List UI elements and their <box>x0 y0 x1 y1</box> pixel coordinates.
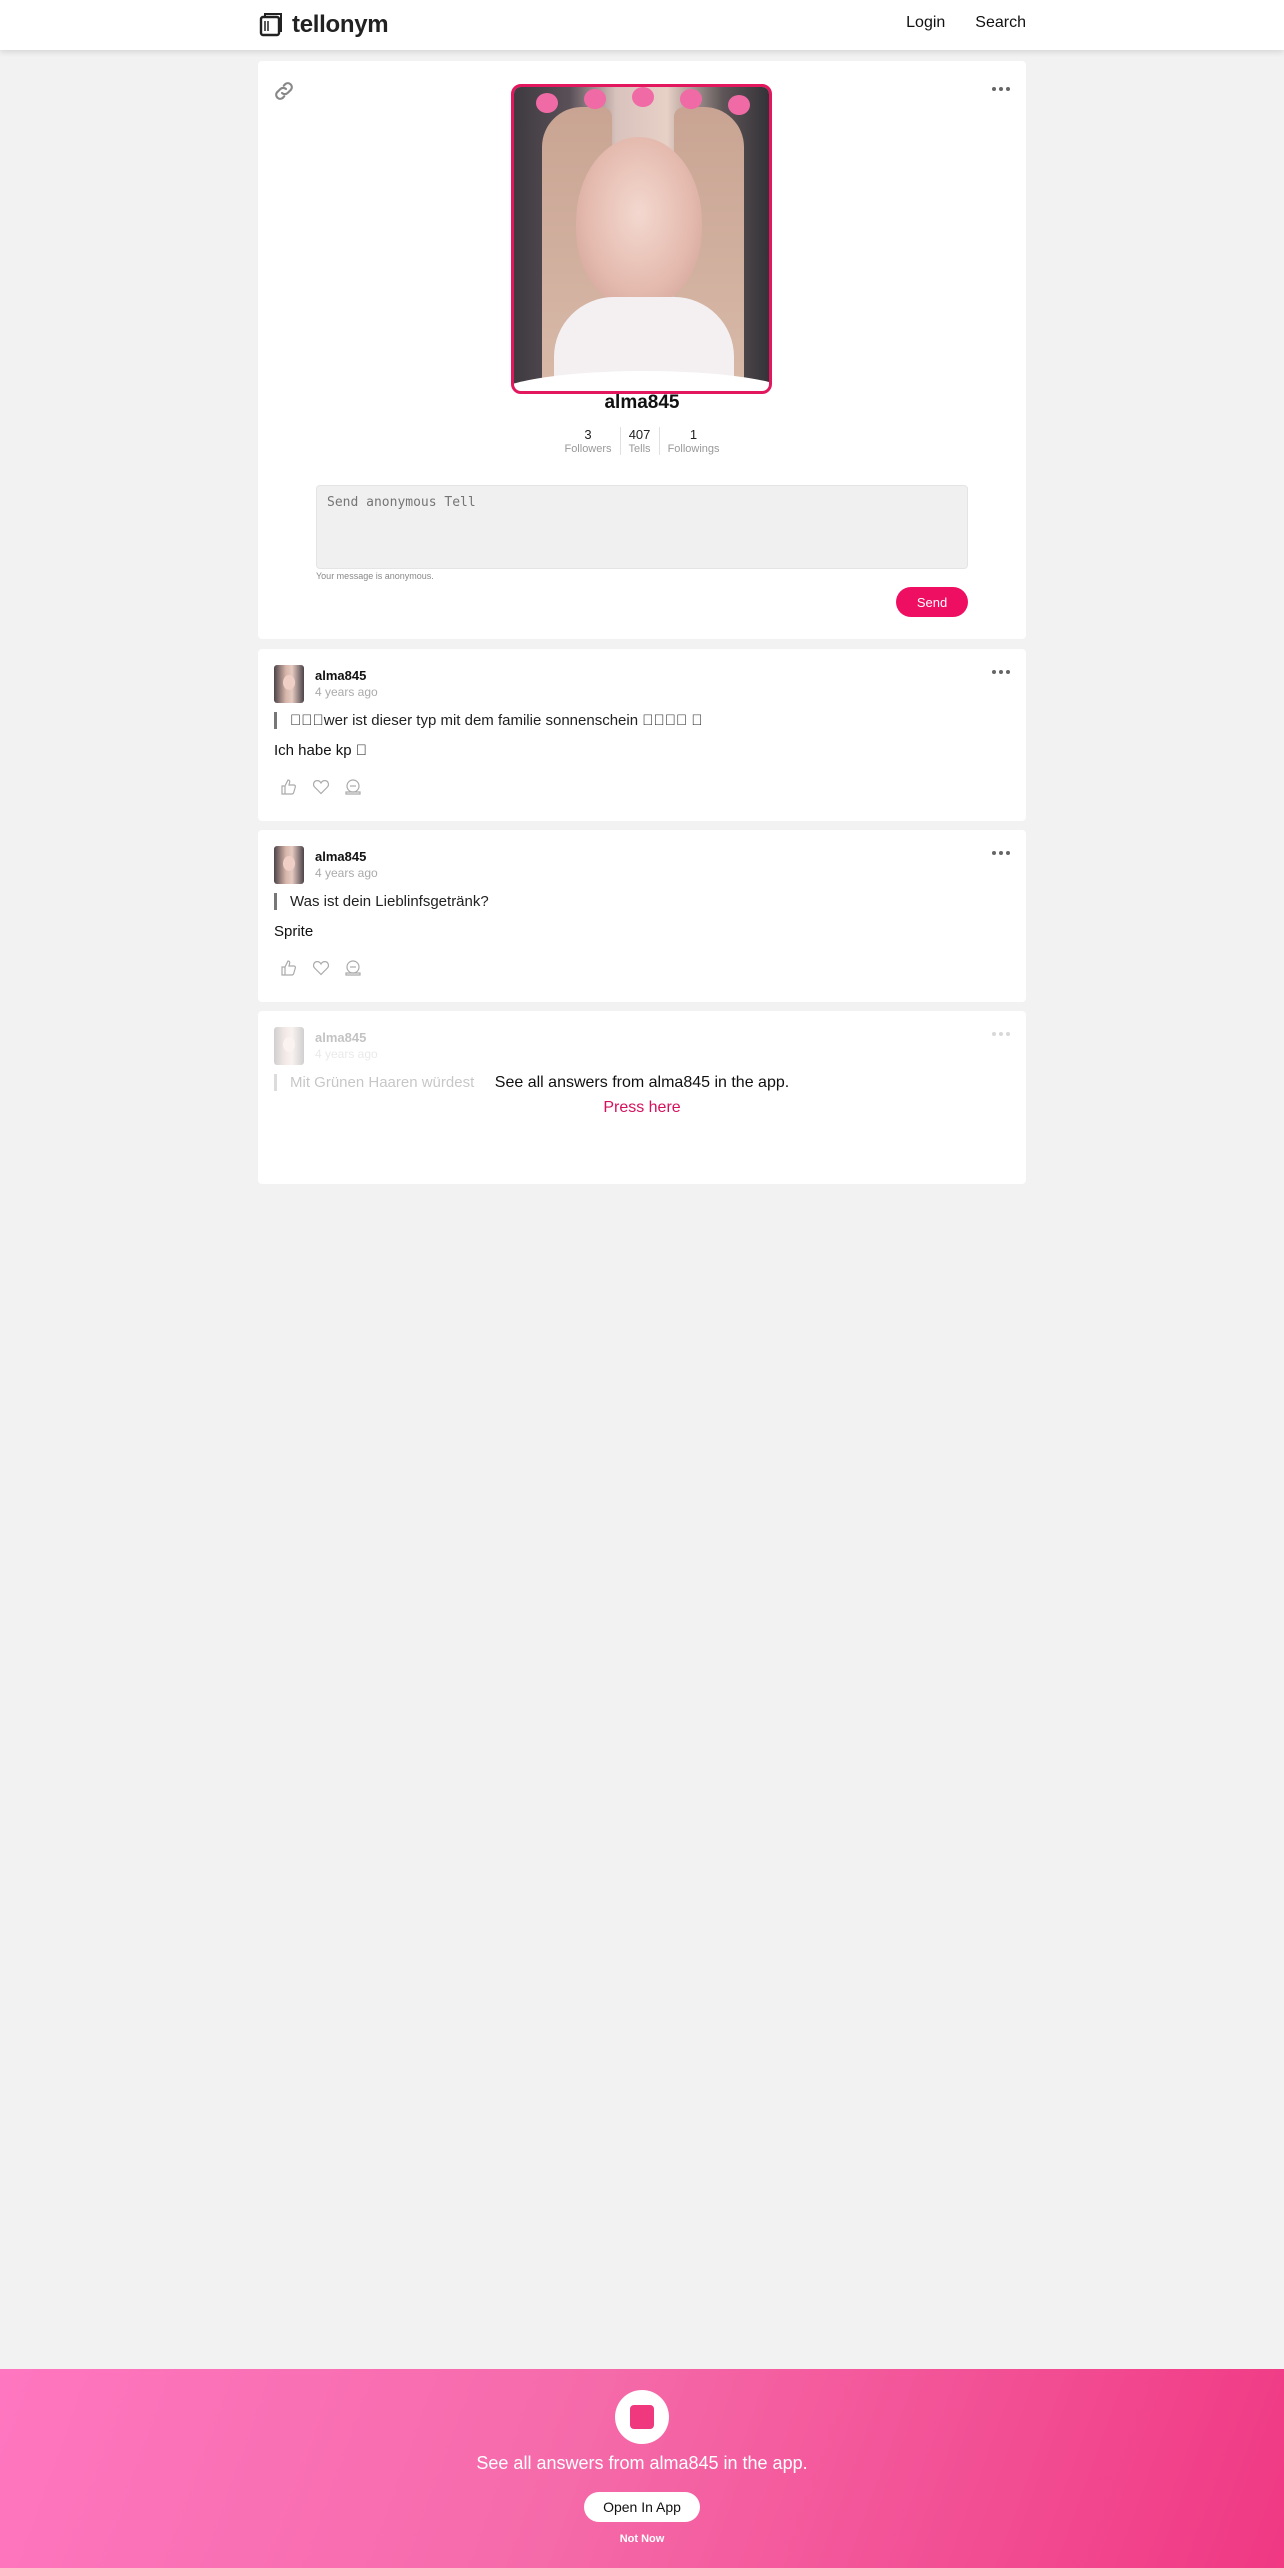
tell-answer: Sprite <box>274 923 314 940</box>
not-now-link[interactable]: Not Now <box>0 2533 1284 2545</box>
top-bar: tellonym Login Search <box>0 0 1284 50</box>
like-thumb-icon[interactable] <box>280 778 298 796</box>
anonymous-tell-input[interactable] <box>316 485 968 569</box>
press-here-link[interactable]: Press here <box>258 1099 1026 1117</box>
open-in-app-banner: See all answers from alma845 in the app.… <box>0 2369 1284 2568</box>
anonymous-note: Your message is anonymous. <box>316 571 434 581</box>
more-options-icon[interactable] <box>992 668 1010 676</box>
more-options-icon <box>992 1030 1010 1038</box>
send-button[interactable]: Send <box>896 587 968 617</box>
login-link[interactable]: Login <box>906 14 945 32</box>
more-options-icon[interactable] <box>992 85 1010 93</box>
followers-label: Followers <box>564 443 612 455</box>
tell-card: alma845 4 years ago Was ist dein Lieblin… <box>258 830 1026 1002</box>
locked-tell-card: alma845 4 years ago Mit Grünen Haaren wü… <box>258 1011 1026 1184</box>
more-options-icon[interactable] <box>992 849 1010 857</box>
tell-answer: Ich habe kp   <box>274 742 367 759</box>
tell-username[interactable]: alma845 <box>315 849 366 864</box>
stat-tells[interactable]: 407 Tells <box>621 427 660 455</box>
profile-stats: 3 Followers 407 Tells 1 Followings <box>258 427 1026 455</box>
link-icon[interactable] <box>272 79 296 103</box>
open-in-app-button[interactable]: Open In App <box>584 2492 700 2522</box>
brand-name: tellonym <box>292 11 389 38</box>
tells-label: Tells <box>628 443 651 455</box>
locked-message: See all answers from alma845 in the app. <box>494 1074 790 1091</box>
stat-followings[interactable]: 1 Followings <box>660 427 728 455</box>
tell-timestamp: 4 years ago <box>315 1047 378 1061</box>
stat-followers[interactable]: 3 Followers <box>556 427 621 455</box>
profile-username: alma845 <box>604 392 680 413</box>
tellonym-logo-icon <box>259 13 282 37</box>
top-nav: Login Search <box>906 14 1026 32</box>
followings-label: Followings <box>667 443 720 455</box>
share-icon[interactable] <box>344 959 362 977</box>
profile-card: alma845 3 Followers 407 Tells 1 Followin… <box>258 61 1026 639</box>
tells-count: 407 <box>628 427 651 442</box>
tell-timestamp: 4 years ago <box>315 685 378 699</box>
heart-icon[interactable] <box>312 959 330 977</box>
profile-photo <box>511 84 772 394</box>
tell-username[interactable]: alma845 <box>315 668 366 683</box>
tell-question:    wer ist dieser typ mit dem familie so… <box>274 712 703 729</box>
avatar[interactable] <box>274 846 304 884</box>
share-icon[interactable] <box>344 778 362 796</box>
tell-card: alma845 4 years ago    wer ist dieser ty… <box>258 649 1026 821</box>
search-link[interactable]: Search <box>975 14 1026 32</box>
followers-count: 3 <box>584 427 592 442</box>
avatar[interactable] <box>274 665 304 703</box>
banner-text: See all answers from alma845 in the app. <box>476 2453 808 2473</box>
like-thumb-icon[interactable] <box>280 959 298 977</box>
tell-actions <box>280 778 362 796</box>
avatar <box>274 1027 304 1065</box>
tell-question: Was ist dein Lieblinfsgetränk? <box>274 893 489 910</box>
followings-count: 1 <box>689 427 698 442</box>
tellonym-app-icon <box>615 2390 669 2444</box>
tell-timestamp: 4 years ago <box>315 866 378 880</box>
brand-logo[interactable]: tellonym <box>258 11 389 39</box>
heart-icon[interactable] <box>312 778 330 796</box>
tell-username: alma845 <box>315 1030 367 1045</box>
tell-actions <box>280 959 362 977</box>
